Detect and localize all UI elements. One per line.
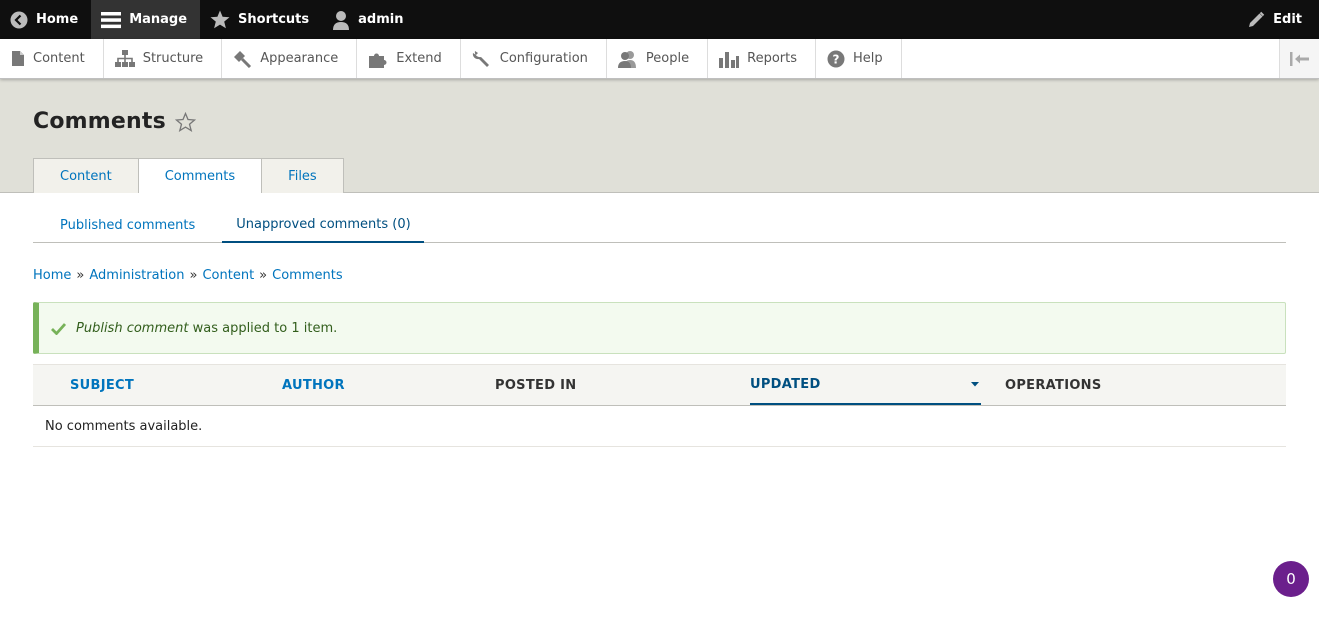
toolbar-edit-label: Edit (1273, 12, 1302, 27)
primary-tabs: Content Comments Files (33, 158, 344, 194)
breadcrumb-administration[interactable]: Administration (89, 268, 184, 283)
status-message: Publish comment was applied to 1 item. (33, 302, 1286, 354)
table-empty-row: No comments available. (33, 406, 1286, 447)
tray-item-extend[interactable]: Extend (357, 39, 461, 78)
tab-files[interactable]: Files (261, 158, 344, 193)
star-icon (210, 10, 230, 29)
column-header-updated-label: Updated (750, 376, 821, 392)
tray-item-label: Appearance (260, 51, 339, 66)
column-header-subject[interactable]: Subject (33, 365, 282, 405)
bar-chart-icon (719, 51, 740, 68)
tab-published-comments[interactable]: Published comments (33, 208, 208, 242)
table-body: No comments available. (33, 406, 1286, 447)
status-rest: was applied to 1 item. (188, 320, 338, 336)
tray-item-configuration[interactable]: Configuration (461, 39, 607, 78)
puzzle-icon (369, 53, 387, 68)
toolbar-edit-button[interactable]: Edit (1237, 0, 1319, 39)
file-icon (12, 51, 24, 66)
tray-item-label: Structure (142, 51, 204, 66)
tab-unapproved-comments[interactable]: Unapproved comments (0) (222, 208, 424, 243)
toolbar-user-label: admin (358, 12, 404, 27)
status-text: Publish comment was applied to 1 item. (76, 321, 337, 336)
pencil-icon (1249, 11, 1265, 27)
column-header-operations: Operations (1005, 377, 1102, 393)
tray-item-label: Help (853, 51, 883, 66)
tray-item-people[interactable]: People (607, 39, 709, 78)
notification-badge[interactable]: 0 (1273, 561, 1309, 597)
toolbar-home-link[interactable]: Home (0, 0, 91, 39)
breadcrumb-home[interactable]: Home (33, 268, 71, 283)
table-header: Subject Author Posted in Updated Operati… (33, 364, 1286, 406)
breadcrumb-separator: » (189, 268, 198, 283)
help-icon: ? (827, 50, 845, 67)
tray-item-label: People (645, 51, 690, 66)
tray-item-reports[interactable]: Reports (708, 39, 816, 78)
admin-toolbar: Home Manage Shortcuts admin Edit (0, 0, 1319, 39)
breadcrumb-separator: » (76, 268, 85, 283)
toolbar-home-label: Home (36, 12, 79, 27)
comments-table: Subject Author Posted in Updated Operati… (33, 364, 1286, 447)
tray-item-content[interactable]: Content (0, 39, 104, 78)
column-header-updated[interactable]: Updated (750, 365, 981, 405)
tray-item-label: Reports (747, 51, 797, 66)
tray-orientation-toggle[interactable] (1279, 39, 1319, 78)
page-header: Comments Content Comments Files (0, 79, 1319, 194)
tray-item-structure[interactable]: Structure (104, 39, 223, 78)
sitemap-icon (114, 50, 135, 67)
wrench-icon (472, 51, 489, 67)
status-action: Publish comment (76, 320, 189, 336)
tray-item-appearance[interactable]: Appearance (222, 39, 358, 78)
people-icon (617, 50, 636, 68)
toolbar-shortcuts-link[interactable]: Shortcuts (200, 0, 322, 39)
column-header-posted-in: Posted in (495, 377, 577, 393)
admin-tray: Content Structure Appearance Extend Conf… (0, 39, 1319, 79)
toolbar-user-link[interactable]: admin (322, 0, 416, 39)
checkmark-icon (51, 322, 66, 335)
user-icon (333, 10, 350, 30)
tray-item-label: Extend (396, 51, 442, 66)
tab-content[interactable]: Content (33, 158, 139, 193)
back-arrow-icon (10, 11, 28, 28)
breadcrumb-separator: » (259, 268, 268, 283)
menu-icon (101, 11, 122, 28)
sort-descending-icon (971, 382, 979, 387)
tray-item-help[interactable]: ? Help (816, 39, 902, 78)
toolbar-manage-label: Manage (129, 12, 188, 27)
breadcrumb-content[interactable]: Content (202, 268, 254, 283)
toolbar-manage-link[interactable]: Manage (91, 0, 201, 39)
toolbar-shortcuts-label: Shortcuts (238, 12, 310, 27)
page-title: Comments (33, 109, 166, 134)
collapse-left-icon (1289, 51, 1309, 66)
breadcrumb: Home » Administration » Content » Commen… (33, 268, 343, 283)
add-shortcut-star-icon[interactable] (174, 111, 196, 132)
breadcrumb-comments[interactable]: Comments (272, 268, 342, 283)
tray-item-label: Configuration (499, 51, 588, 66)
column-header-author[interactable]: Author (282, 365, 495, 405)
secondary-tabs: Published comments Unapproved comments (… (33, 208, 1286, 243)
tray-item-label: Content (33, 51, 85, 66)
paint-brush-icon (234, 50, 252, 68)
tab-comments[interactable]: Comments (137, 158, 263, 194)
svg-text:?: ? (833, 52, 840, 66)
